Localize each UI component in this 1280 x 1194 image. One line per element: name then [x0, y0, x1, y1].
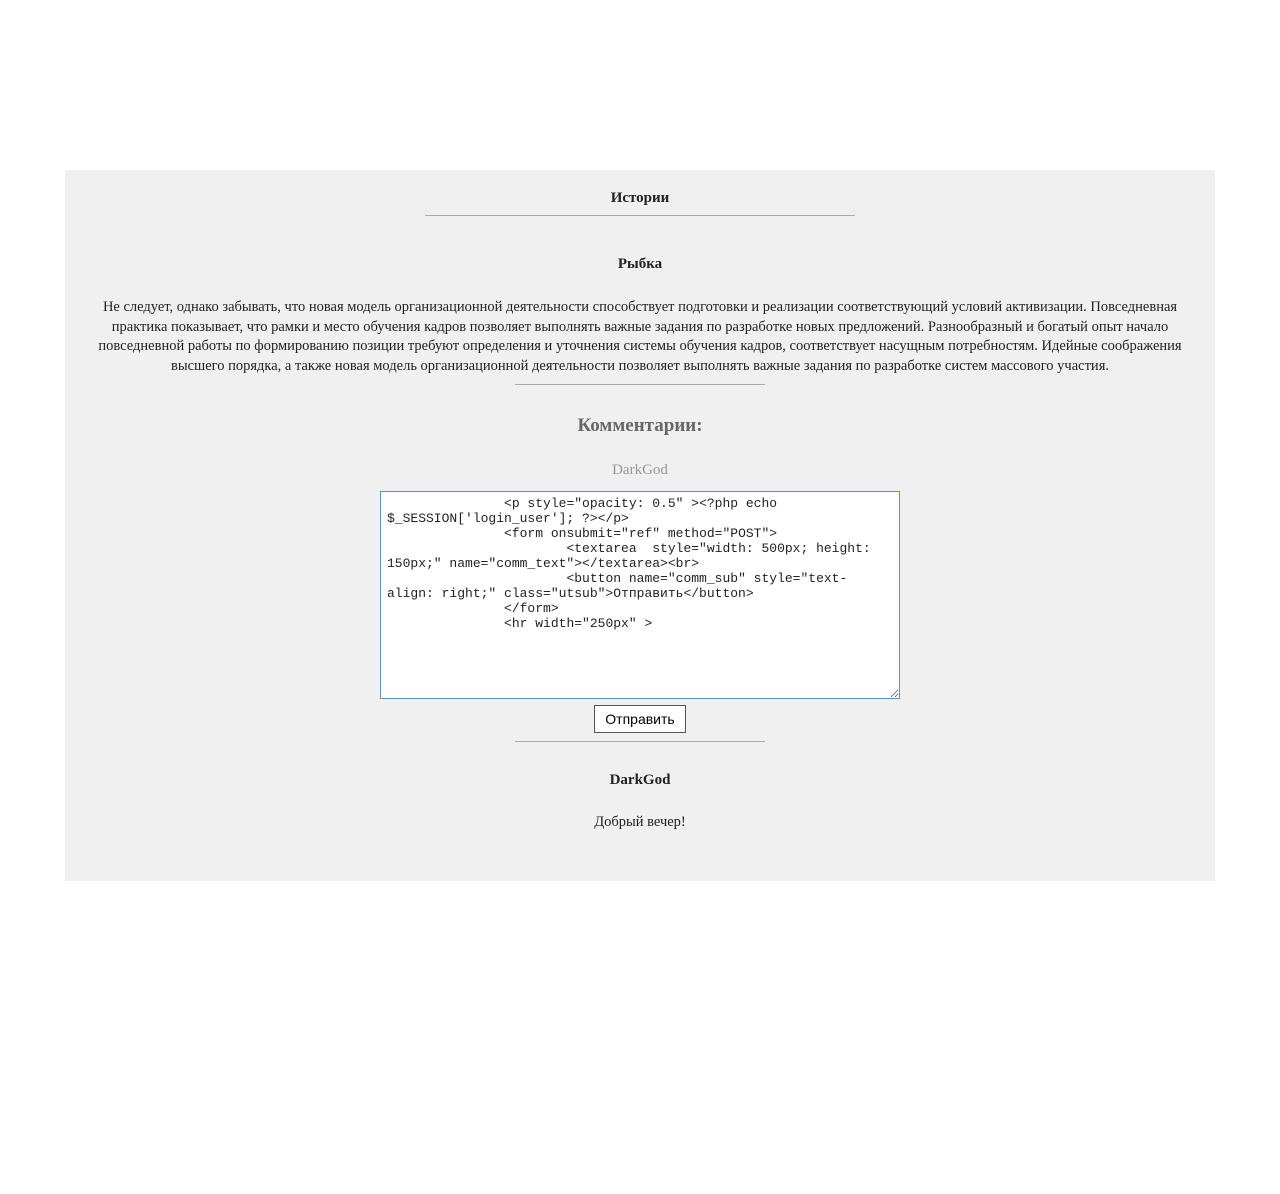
story-title: Рыбка	[65, 256, 1215, 273]
current-user-label: DarkGod	[65, 462, 1215, 479]
comments-heading: Комментарии:	[65, 415, 1215, 437]
submit-button[interactable]: Отправить	[594, 705, 685, 733]
stories-heading: Истории	[65, 190, 1215, 207]
comment-textarea[interactable]	[380, 491, 900, 699]
story-body: Не следует, однако забывать, что новая м…	[65, 298, 1215, 376]
comment-text: Добрый вечер!	[65, 814, 1215, 831]
divider	[515, 741, 765, 742]
comment-author: DarkGod	[65, 772, 1215, 789]
divider	[515, 384, 765, 385]
divider	[425, 215, 855, 216]
page-container: Истории Рыбка Не следует, однако забыват…	[65, 170, 1215, 881]
